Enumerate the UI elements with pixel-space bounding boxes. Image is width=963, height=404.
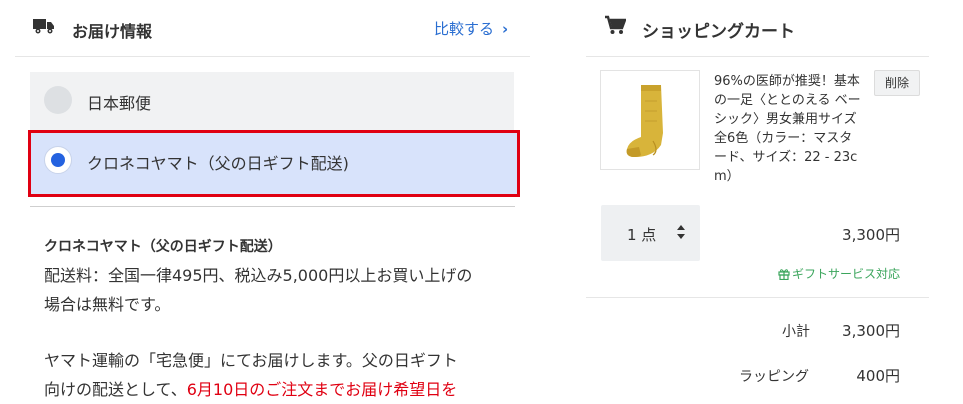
divider [586,297,929,298]
gift-icon [778,269,790,280]
cart-title: ショッピングカート [642,22,795,42]
option-label-japan-post: 日本郵便 [87,94,152,113]
truck-icon [33,19,54,34]
product-name-line: の一足〈ととのえる ベー [714,93,861,108]
wrapping-label: ラッピング [739,369,809,385]
radio-selected-dot [51,153,65,167]
radio-japan-post[interactable] [44,86,72,114]
info-title: クロネコヤマト（父の日ギフト配送） [44,239,282,255]
wrapping-value: 400円 [856,367,900,385]
product-name-line: シック〉男女兼用サイズ [714,112,857,127]
gift-service-badge: ギフトサービス対応 [700,265,900,282]
delete-button[interactable]: 削除 [874,70,920,96]
chevron-right-icon: › [502,20,509,38]
updown-arrows-icon [677,225,685,239]
delivery-title: お届け情報 [72,22,153,41]
info-fee-line2: 場合は無料です。 [44,295,171,314]
gift-label: ギフトサービス対応 [791,267,900,281]
cart-icon [605,15,626,34]
product-image[interactable] [600,70,700,170]
option-label-kuroneko: クロネコヤマト（父の日ギフト配送) [87,154,349,173]
product-name: 96%の医師が推奨！基本 の一足〈ととのえる ベー シック〉男女兼用サイズ 全6… [714,72,874,186]
product-name-line: 96%の医師が推奨！基本 [714,74,860,89]
info-note-line2: 向けの配送として、6月10日のご注文までお届け希望日を [44,375,514,404]
product-name-line: m） [714,169,740,184]
info-note-deadline: 6月10日のご注文までお届け希望日を [186,380,458,399]
info-note-line2-text: 向けの配送として、 [44,380,187,399]
quantity-value: 1 点 [627,226,657,244]
subtotal-value: 3,300円 [842,322,900,340]
sock-image [626,85,663,157]
divider [30,206,515,207]
compare-label: 比較する [434,20,495,38]
divider [586,56,929,57]
product-name-line: ード、サイズ：22 - 23c [714,150,858,165]
compare-link[interactable]: 比較する › [434,18,508,39]
item-price: 3,300円 [842,226,900,244]
info-note-line1: ヤマト運輸の「宅急便」にてお届けします。父の日ギフト [44,351,458,370]
info-fee-line1: 配送料：全国一律495円、税込み5,000円以上お買い上げの [44,266,473,285]
product-name-line: 全6色（カラー：マスタ [714,131,853,146]
divider [15,56,530,57]
